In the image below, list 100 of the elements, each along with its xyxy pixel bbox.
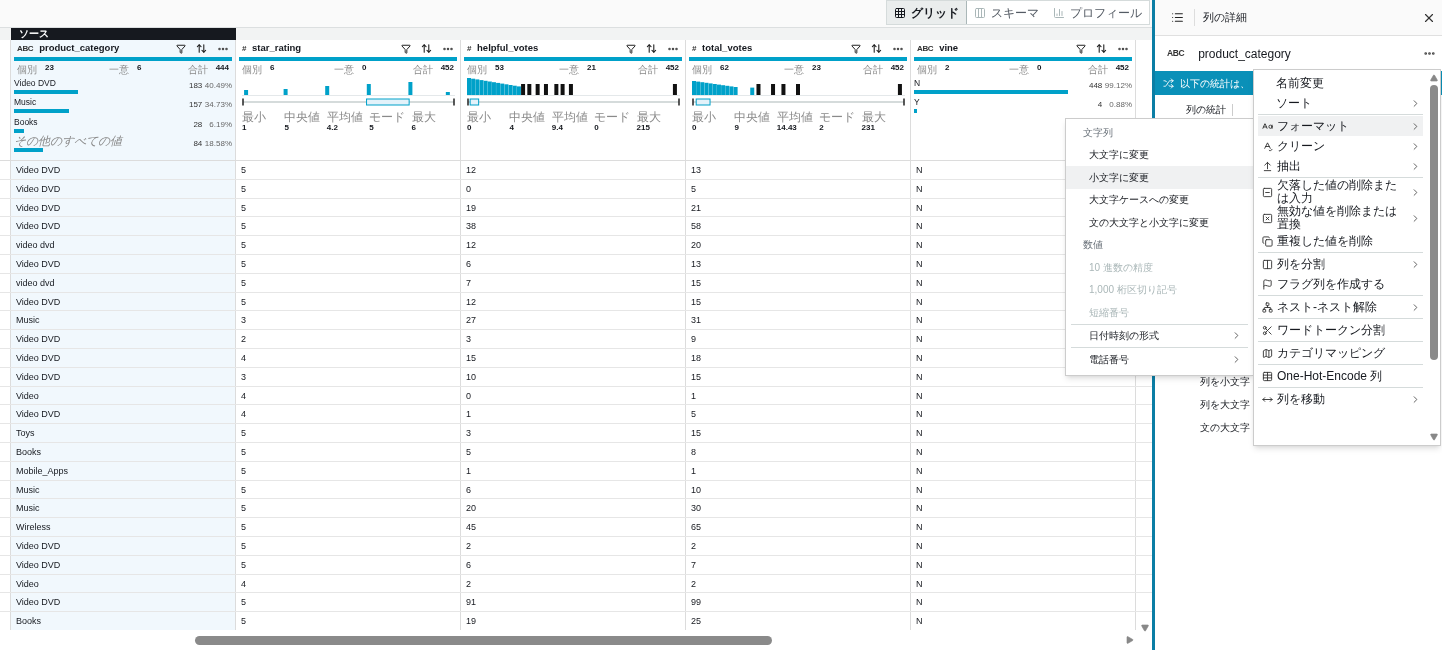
table-cell: 4 xyxy=(236,386,461,405)
value-percent: 18.58% xyxy=(203,138,232,151)
text-case-icon xyxy=(1262,120,1273,132)
value-percent: 34.73% xyxy=(203,99,232,112)
scroll-right-icon[interactable] xyxy=(1126,636,1134,644)
table-cell: 5 xyxy=(236,179,461,198)
count-label: 合計 xyxy=(862,63,883,77)
menu-item[interactable]: 電話番号 xyxy=(1071,348,1248,371)
shuffle-icon xyxy=(1163,77,1174,89)
table-cell: 10 xyxy=(461,367,686,386)
sort-icon[interactable] xyxy=(421,43,432,54)
type-label: # xyxy=(692,42,697,55)
filter-icon[interactable] xyxy=(401,43,411,54)
count-label: 一意 xyxy=(334,63,354,77)
table-cell: 18 xyxy=(686,348,911,367)
table-cell: 3 xyxy=(461,330,686,348)
menu-item[interactable]: 列を移動 xyxy=(1258,389,1423,409)
menu-item[interactable]: ネスト-ネスト解除 xyxy=(1258,297,1423,317)
table-cell: 1 xyxy=(686,461,911,480)
stat-label: モード xyxy=(819,111,856,123)
menu-item[interactable]: 小文字に変更 xyxy=(1066,166,1253,189)
sort-icon[interactable] xyxy=(871,43,882,54)
value-count: 183 xyxy=(187,79,203,92)
filter-icon[interactable] xyxy=(176,43,186,54)
table-cell: 2 xyxy=(686,574,911,593)
menu-item[interactable]: 無効な値を削除または置換 xyxy=(1258,205,1423,231)
stat-value: 4 xyxy=(509,123,514,133)
scroll-down-icon[interactable] xyxy=(1141,624,1149,632)
table-cell: 65 xyxy=(686,518,911,536)
panel-tab[interactable]: 列の統計 xyxy=(1186,104,1233,116)
filter-icon[interactable] xyxy=(1076,43,1086,54)
table-cell: 2 xyxy=(686,536,911,555)
table-cell: 2 xyxy=(461,536,686,555)
table-cell: 8 xyxy=(686,442,911,461)
menu-item[interactable]: 名前変更 xyxy=(1258,73,1423,93)
menu-item[interactable]: 列を分割 xyxy=(1258,254,1423,274)
column-name: helpful_votes xyxy=(477,41,540,56)
table-cell: 5 xyxy=(236,555,461,574)
table-cell: 38 xyxy=(461,217,686,236)
table-cell: 27 xyxy=(461,311,686,330)
sort-icon[interactable] xyxy=(1096,43,1107,54)
count-value: 444 xyxy=(215,62,229,74)
value-label: Music xyxy=(14,97,37,109)
table-cell: 19 xyxy=(461,198,686,217)
view-tab[interactable]: グリッド xyxy=(887,1,967,24)
sort-icon[interactable] xyxy=(646,43,657,54)
menu-item[interactable]: 日付時刻の形式 xyxy=(1071,324,1248,347)
scroll-thumb[interactable] xyxy=(1429,85,1438,360)
menu-item[interactable]: カテゴリマッピング xyxy=(1258,343,1423,363)
table-cell: Books xyxy=(11,612,236,630)
view-tab[interactable]: スキーマ xyxy=(967,1,1046,24)
stat-label: 中央値 xyxy=(509,111,546,123)
menu-item[interactable]: One-Hot-Encode 列 xyxy=(1258,366,1423,386)
table-cell: 15 xyxy=(686,424,911,442)
panel-title: 列の詳細 xyxy=(1194,9,1412,26)
menu-item[interactable]: フォーマット xyxy=(1258,116,1423,136)
filter-icon[interactable] xyxy=(851,43,861,54)
sort-icon[interactable] xyxy=(196,43,207,54)
table-cell: 91 xyxy=(461,593,686,612)
view-tab[interactable]: プロフィール xyxy=(1046,1,1149,24)
count-label: 合計 xyxy=(187,63,208,77)
table-cell: 58 xyxy=(686,217,911,236)
count-label: 一意 xyxy=(1009,63,1029,77)
menu-item[interactable]: クリーン xyxy=(1258,136,1423,156)
menu-item[interactable]: 抽出 xyxy=(1258,156,1423,176)
stat-label: 最小 xyxy=(467,111,491,123)
count-value: 6 xyxy=(137,62,142,74)
column-name: product_category xyxy=(39,41,121,56)
filter-icon[interactable] xyxy=(626,43,636,54)
table-cell: 5 xyxy=(236,273,461,292)
count-value: 452 xyxy=(440,62,454,74)
copy-icon xyxy=(1262,235,1273,247)
menu-section-header: 文字列 xyxy=(1082,125,1114,140)
menu-item[interactable]: 重複した値を削除 xyxy=(1258,231,1423,251)
stat-value: 14.43 xyxy=(776,123,797,133)
menu-item[interactable]: フラグ列を作成する xyxy=(1258,274,1423,294)
table-cell: N xyxy=(911,405,1136,424)
table-cell: N xyxy=(911,442,1136,461)
value-percent: 0.88% xyxy=(1108,99,1132,112)
table-cell: 5 xyxy=(461,442,686,461)
stat-value: 215 xyxy=(636,123,650,133)
table-cell: N xyxy=(911,612,1136,630)
stat-value: 9.4 xyxy=(551,123,563,133)
table-cell: 15 xyxy=(686,292,911,311)
count-label: 一意 xyxy=(109,63,129,77)
scroll-thumb[interactable] xyxy=(195,635,772,645)
table-cell: 6 xyxy=(461,480,686,499)
menu-item[interactable]: 欠落した値の削除または入力 xyxy=(1258,179,1423,205)
table-cell: 3 xyxy=(236,367,461,386)
table-cell: 30 xyxy=(686,499,911,518)
stat-value: 2 xyxy=(819,123,824,133)
count-value: 452 xyxy=(1115,62,1129,74)
table-cell: 21 xyxy=(686,198,911,217)
table-cell: 99 xyxy=(686,593,911,612)
table-cell: 12 xyxy=(461,236,686,254)
menu-item[interactable]: ワードトークン分割 xyxy=(1258,320,1423,340)
menu-item[interactable]: ソート xyxy=(1258,93,1423,113)
scroll-down-icon[interactable] xyxy=(1429,433,1438,441)
type-label: ABC xyxy=(917,42,934,55)
scroll-up-icon[interactable] xyxy=(1429,74,1438,82)
